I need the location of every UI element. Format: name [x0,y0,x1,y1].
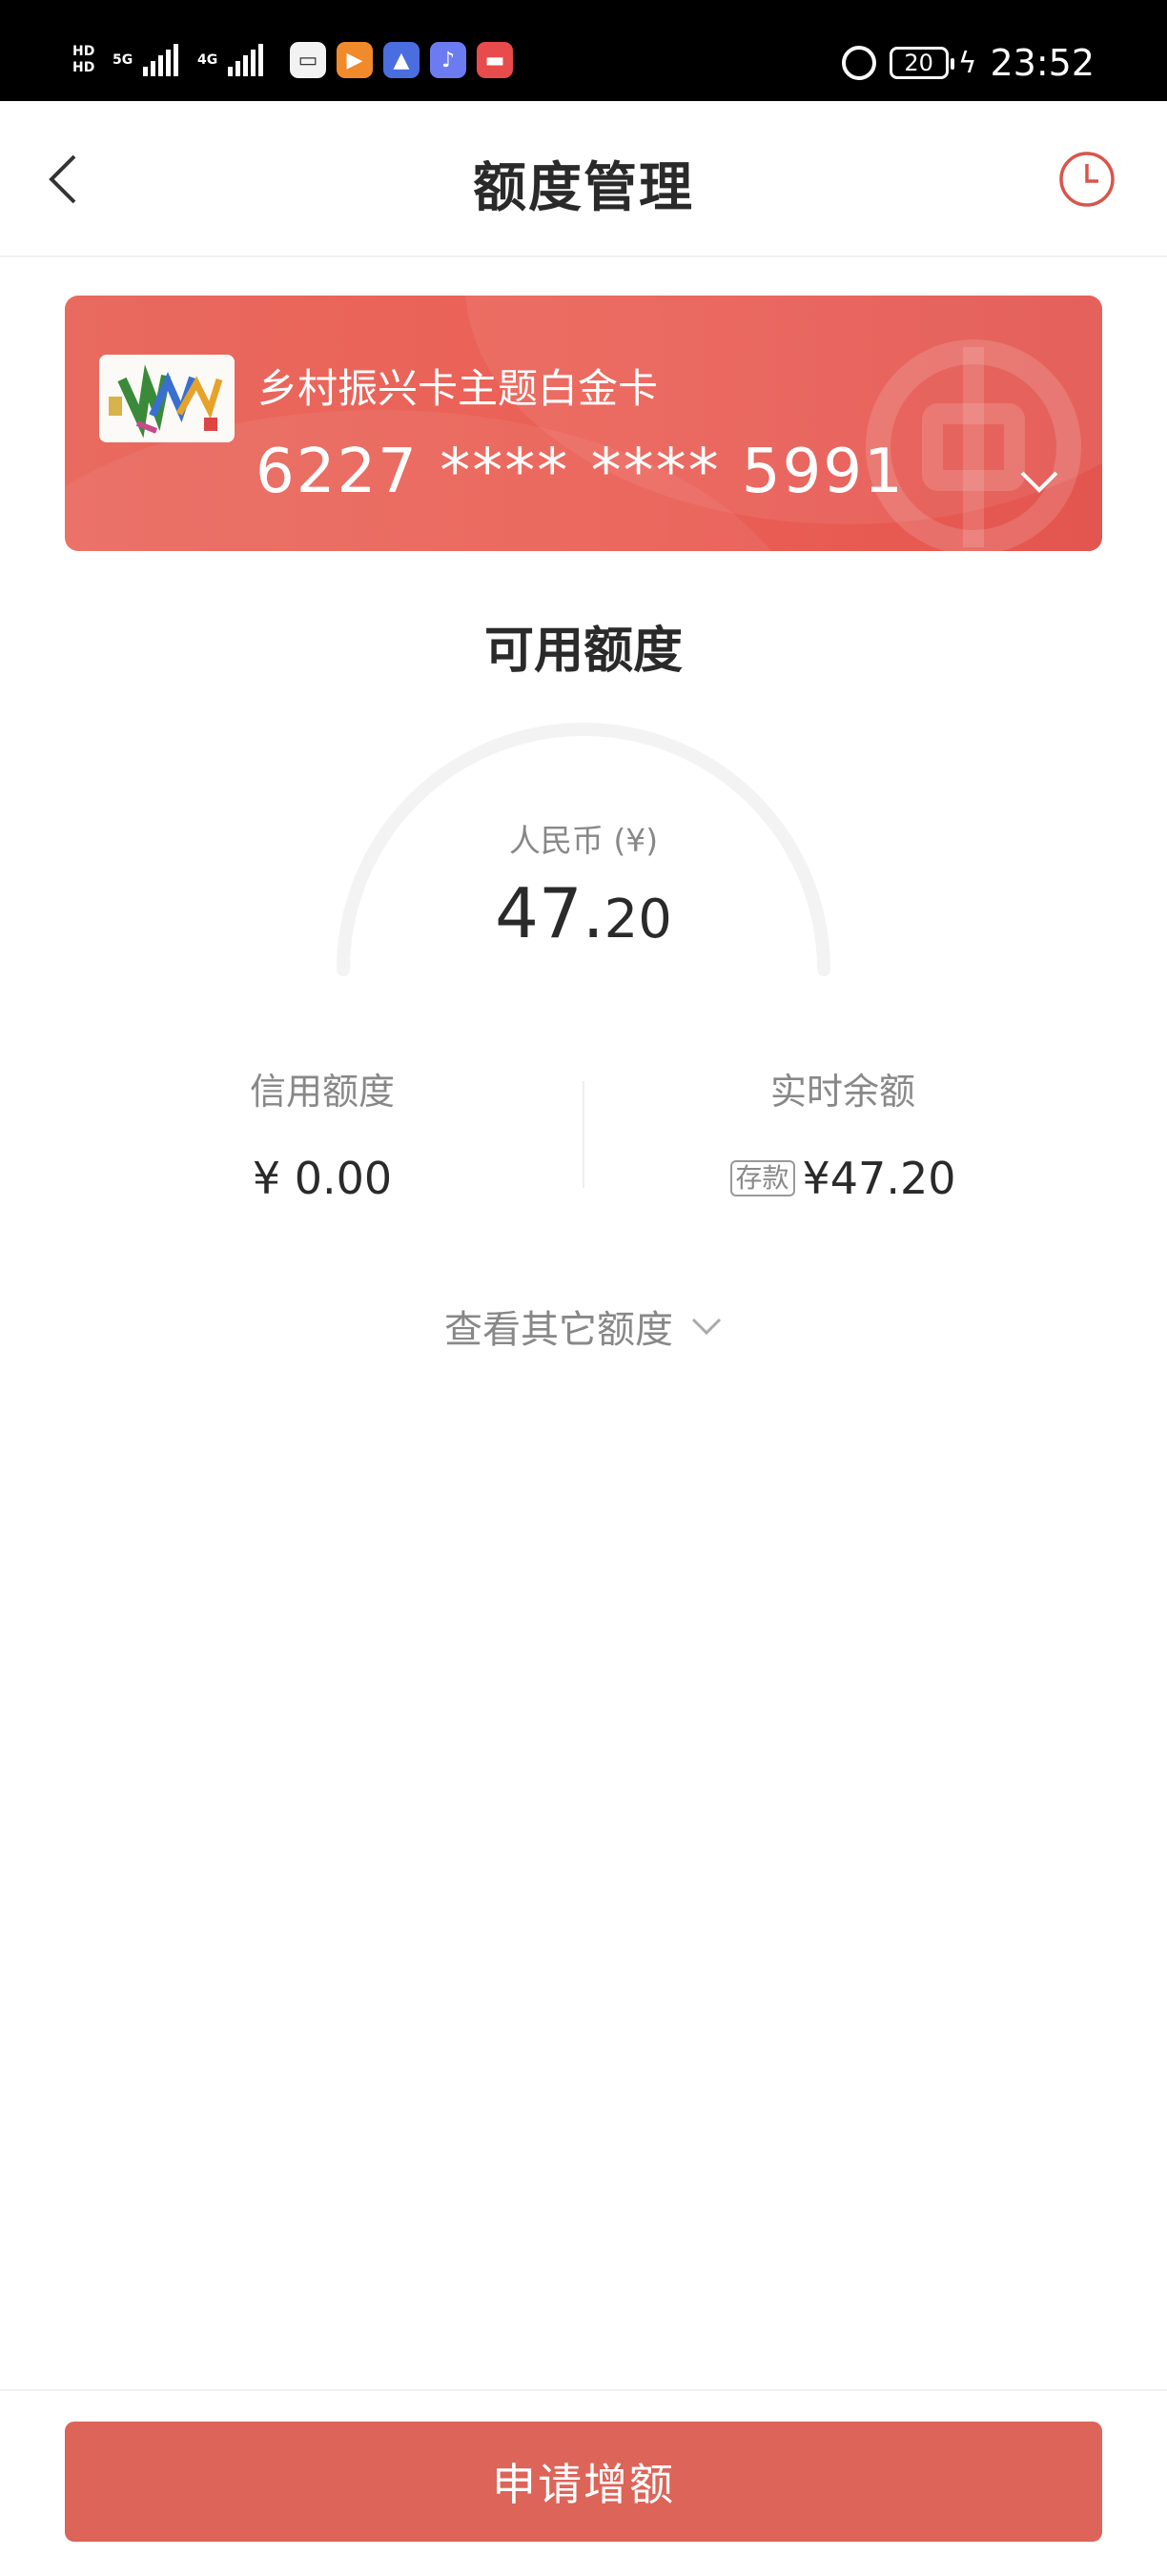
clock-time: 23:52 [990,42,1095,84]
realtime-balance-value: 存款 ¥47.20 [662,1153,1024,1204]
column-divider [583,1081,584,1188]
card-image [99,355,235,442]
music-icon: ♪ [430,42,466,78]
alarm-icon [841,46,876,80]
realtime-balance-label: 实时余额 [769,1071,915,1113]
realtime-balance-amount: ¥47.20 [802,1153,956,1204]
network-type-1: 5G [113,52,133,68]
chevron-down-icon [691,1318,722,1336]
card-name: 乡村振兴卡主题白金卡 [257,365,659,412]
bag-icon: ▭ [290,42,326,78]
clock-icon [1059,152,1115,207]
card-number: 6227 **** **** 5991 [256,437,905,507]
available-amount: 47.20 [0,873,1167,953]
bank-logo-icon [866,339,1081,551]
video-icon: ▶ [337,42,373,78]
network-type-2: 4G [197,52,218,68]
battery-icon: 20 [889,47,954,79]
credit-limit-amount: ¥ 0.00 [252,1153,393,1204]
status-right: 20 ϟ 23:52 [841,42,1095,84]
apply-increase-button[interactable]: 申请增额 [65,2422,1102,2542]
notification-icons: ▭ ▶ ▲ ♪ ▬ [290,42,513,78]
app-header: 额度管理 [0,101,1167,257]
hd-label-2: HD [72,60,95,75]
amount-integer: 47. [495,873,604,953]
credit-limit-column: 信用额度 ¥ 0.00 [141,1062,503,1204]
available-limit-title: 可用额度 [483,623,683,680]
card-selector[interactable]: 乡村振兴卡主题白金卡 6227 **** **** 5991 [65,296,1102,551]
hd-indicator: HD HD [72,44,107,76]
credit-limit-value: ¥ 0.00 [141,1153,503,1204]
hd-label-1: HD [72,44,95,59]
view-other-limits-link[interactable]: 查看其它额度 [0,1298,1167,1354]
view-other-limits-label: 查看其它额度 [444,1308,673,1352]
amount-decimal: 20 [604,889,672,951]
credit-limit-label: 信用额度 [249,1071,395,1113]
page-title: 额度管理 [473,157,694,219]
deposit-tag: 存款 [729,1160,795,1196]
signal-icon-2 [228,44,263,76]
charging-icon: ϟ [957,46,977,80]
education-icon: ▲ [383,42,420,78]
currency-label: 人民币 (¥) [508,822,659,859]
realtime-balance-column: 实时余额 存款 ¥47.20 [662,1062,1024,1204]
status-left: HD HD 5G 4G ▭ ▶ ▲ ♪ ▬ [72,42,513,78]
status-bar: HD HD 5G 4G ▭ ▶ ▲ ♪ ▬ 20 ϟ 23:52 [0,0,1167,101]
chevron-down-icon [1020,471,1058,493]
history-button[interactable] [1056,149,1117,210]
book-icon: ▬ [477,42,513,78]
signal-icon [143,44,178,76]
